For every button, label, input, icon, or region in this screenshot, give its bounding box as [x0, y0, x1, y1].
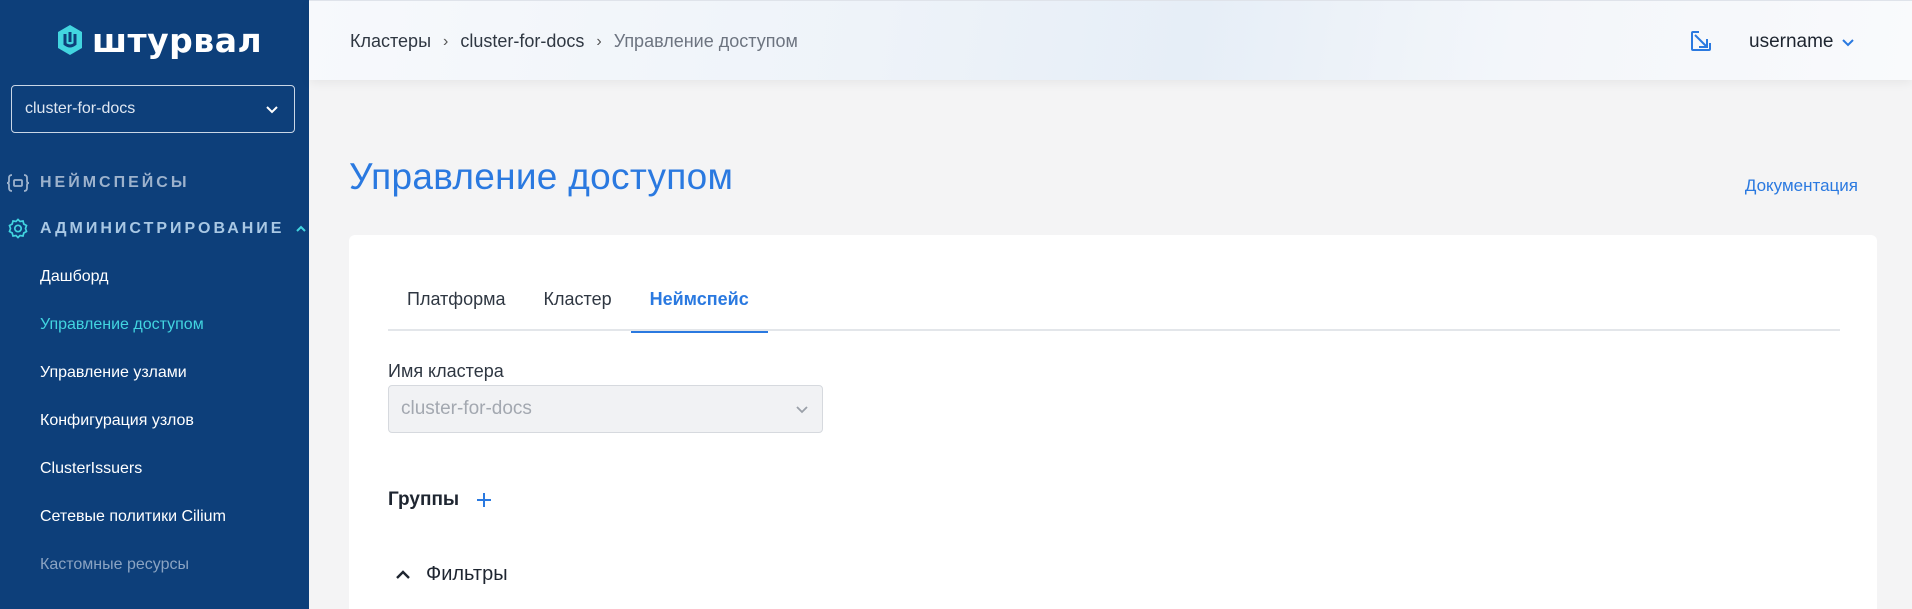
top-header: Кластеры › cluster-for-docs › Управление… — [309, 0, 1912, 80]
username-label: username — [1749, 31, 1834, 52]
cluster-select[interactable]: cluster-for-docs — [11, 85, 295, 133]
plus-icon[interactable] — [475, 491, 493, 509]
cluster-name-value: cluster-for-docs — [401, 398, 532, 419]
sidebar-item-node-configuration[interactable]: Конфигурация узлов — [40, 410, 194, 432]
nav-section-namespaces[interactable]: НЕЙМСПЕЙСЫ — [6, 171, 190, 195]
breadcrumb-separator-icon: › — [443, 32, 449, 50]
cluster-name-label: Имя кластера — [388, 361, 504, 381]
documentation-link[interactable]: Документация — [1745, 176, 1858, 196]
nav-section-label: НЕЙМСПЕЙСЫ — [40, 174, 190, 191]
open-external-icon[interactable] — [1689, 29, 1713, 53]
logo[interactable]: штурвал — [56, 22, 262, 58]
cluster-select-value: cluster-for-docs — [25, 100, 136, 117]
sidebar-item-clusterissuers[interactable]: ClusterIssuers — [40, 458, 142, 480]
groups-title: Группы — [388, 489, 460, 510]
tab-bar: Платформа Кластер Неймспейс — [388, 283, 1840, 333]
cluster-name-select[interactable]: cluster-for-docs — [388, 385, 823, 433]
breadcrumb-clusters[interactable]: Кластеры — [350, 31, 431, 52]
sidebar-item-access-control[interactable]: Управление доступом — [40, 314, 204, 336]
breadcrumb-current: Управление доступом — [613, 31, 798, 51]
breadcrumb: Кластеры › cluster-for-docs › Управление… — [350, 31, 798, 52]
chevron-down-icon — [266, 106, 278, 114]
page-title: Управление доступом — [349, 156, 734, 197]
tab-platform[interactable]: Платформа — [388, 283, 525, 331]
user-menu[interactable]: username — [1749, 31, 1856, 53]
logo-text: штурвал — [92, 20, 263, 60]
sidebar-item-cilium-network-policies[interactable]: Сетевые политики Cilium — [40, 506, 226, 528]
nav-section-administration[interactable]: АДМИНИСТРИРОВАНИЕ — [6, 217, 308, 241]
sidebar-item-node-management[interactable]: Управление узлами — [40, 362, 187, 384]
breadcrumb-separator-icon: › — [596, 32, 602, 50]
tab-namespace[interactable]: Неймспейс — [630, 283, 768, 333]
filters-label: Фильтры — [426, 563, 508, 585]
content-card: Платформа Кластер Неймспейс Имя кластера… — [349, 235, 1877, 609]
logo-icon — [58, 25, 82, 55]
chevron-down-icon — [796, 406, 808, 414]
chevron-up-icon — [296, 225, 307, 232]
gear-icon — [6, 217, 30, 241]
tab-cluster[interactable]: Кластер — [525, 283, 631, 331]
sidebar: штурвал cluster-for-docs НЕЙМСПЕЙСЫ АДМИ… — [0, 0, 309, 609]
groups-header: Группы — [388, 489, 493, 511]
sidebar-item-dashboard[interactable]: Дашборд — [40, 266, 109, 288]
sidebar-item-custom-resources[interactable]: Кастомные ресурсы — [40, 554, 189, 576]
breadcrumb-cluster[interactable]: cluster-for-docs — [460, 31, 584, 52]
nav-section-label: АДМИНИСТРИРОВАНИЕ — [40, 220, 285, 237]
braces-icon — [6, 171, 30, 195]
chevron-down-icon — [1841, 39, 1854, 47]
filters-toggle[interactable]: Фильтры — [394, 563, 508, 586]
chevron-up-icon — [396, 569, 410, 579]
